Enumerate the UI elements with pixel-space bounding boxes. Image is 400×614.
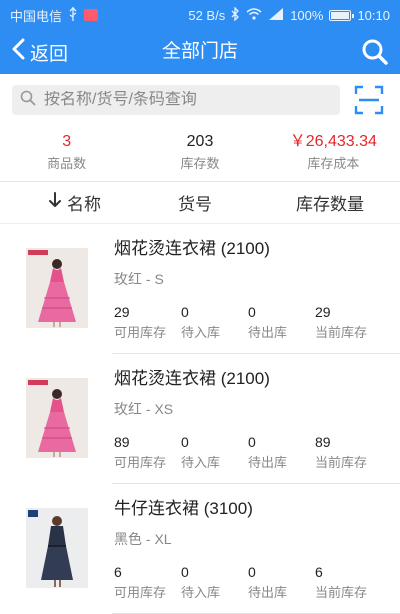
product-name: 烟花烫连衣裙 (2100) — [114, 369, 270, 388]
product-info: 烟花烫连衣裙 (2100) 玫红 - S 29 可用库存 0 待入库 0 待出库 29… — [114, 236, 400, 354]
sort-by-name-button[interactable]: 名称 — [0, 190, 140, 215]
carrier-label: 中国电信 — [10, 8, 63, 24]
available-stock-label: 可用库存 — [114, 585, 167, 600]
battery-icon — [329, 9, 355, 21]
summary-stock-count: 203 库存数 — [133, 126, 266, 181]
search-button[interactable] — [360, 37, 390, 67]
available-stock-value: 6 — [114, 564, 122, 580]
outgoing-stock-value: 0 — [248, 564, 256, 580]
current-stock-label: 当前库存 — [315, 455, 368, 470]
store-selector[interactable]: 全部门店 — [140, 38, 260, 66]
stock-cost-label: 库存成本 — [307, 156, 360, 171]
search-box[interactable] — [12, 85, 340, 115]
incoming-stock-label: 待入库 — [181, 585, 221, 600]
product-image — [26, 508, 88, 588]
incoming-stock-value: 0 — [181, 434, 189, 450]
incoming-stock-label: 待入库 — [181, 455, 221, 470]
outgoing-stock-value: 0 — [248, 434, 256, 450]
nav-bar: 返回 全部门店 — [0, 30, 400, 74]
column-code-label: 货号 — [178, 195, 212, 214]
stock-count-value: 203 — [186, 133, 214, 150]
product-info: 牛仔连衣裙 (3100) 黑色 - XL 6 可用库存 0 待入库 0 待出库 6 当前… — [114, 496, 400, 614]
search-icon — [20, 90, 36, 111]
scan-icon — [354, 85, 384, 115]
product-variant: 玫红 - XS — [114, 401, 174, 417]
list-item[interactable]: 牛仔连衣裙 (3100) 黑色 - XL 6 可用库存 0 待入库 0 待出库 6 当前… — [0, 484, 400, 614]
column-name-label: 名称 — [67, 195, 101, 214]
incoming-stock-value: 0 — [181, 304, 189, 320]
battery-percent: 100% — [290, 7, 324, 23]
clock: 10:10 — [357, 7, 390, 23]
network-speed: 52 B/s — [188, 7, 226, 23]
product-name: 烟花烫连衣裙 (2100) — [114, 239, 270, 258]
stock-figures: 29 可用库存 0 待入库 0 待出库 29 当前库存 — [114, 303, 400, 342]
signal-icon — [268, 7, 284, 23]
list-item[interactable]: 烟花烫连衣裙 (2100) 玫红 - S 29 可用库存 0 待入库 0 待出库 29… — [0, 224, 400, 354]
available-stock-value: 29 — [114, 304, 130, 320]
product-count-value: 3 — [62, 133, 72, 150]
usb-icon — [68, 6, 78, 24]
product-count-label: 商品数 — [47, 156, 87, 171]
product-name: 牛仔连衣裙 (3100) — [114, 499, 253, 518]
page-title: 全部门店 — [161, 41, 238, 62]
bluetooth-icon — [231, 5, 240, 24]
product-list: 烟花烫连衣裙 (2100) 玫红 - S 29 可用库存 0 待入库 0 待出库 29… — [0, 224, 400, 614]
list-item[interactable]: 烟花烫连衣裙 (2100) 玫红 - XS 89 可用库存 0 待入库 0 待出库 8… — [0, 354, 400, 484]
search-row — [0, 74, 400, 126]
product-image — [26, 248, 88, 328]
stock-figures: 89 可用库存 0 待入库 0 待出库 89 当前库存 — [114, 433, 400, 472]
product-variant: 玫红 - S — [114, 271, 164, 287]
scan-button[interactable] — [354, 85, 384, 115]
inventory-summary: 3 商品数 203 库存数 ￥26,433.34 库存成本 — [0, 126, 400, 182]
product-info: 烟花烫连衣裙 (2100) 玫红 - XS 89 可用库存 0 待入库 0 待出库 8… — [114, 366, 400, 484]
back-button[interactable]: 返回 — [10, 38, 68, 66]
available-stock-value: 89 — [114, 434, 130, 450]
column-quantity-label: 库存数量 — [296, 195, 364, 214]
outgoing-stock-label: 待出库 — [248, 455, 288, 470]
outgoing-stock-value: 0 — [248, 304, 256, 320]
notification-app-icon — [84, 9, 99, 21]
available-stock-label: 可用库存 — [114, 455, 167, 470]
stock-figures: 6 可用库存 0 待入库 0 待出库 6 当前库存 — [114, 563, 400, 602]
outgoing-stock-label: 待出库 — [248, 325, 288, 340]
stock-count-label: 库存数 — [180, 156, 220, 171]
chevron-left-icon — [10, 38, 26, 66]
incoming-stock-label: 待入库 — [181, 325, 221, 340]
incoming-stock-value: 0 — [181, 564, 189, 580]
table-header: 名称 货号 库存数量 — [0, 182, 400, 224]
back-label: 返回 — [30, 43, 69, 65]
current-stock-value: 89 — [315, 434, 331, 450]
wifi-icon — [246, 7, 262, 23]
search-icon — [362, 39, 388, 65]
status-bar: 中国电信 52 B/s 100% 10:10 — [0, 0, 400, 30]
search-input[interactable] — [44, 91, 324, 109]
outgoing-stock-label: 待出库 — [248, 585, 288, 600]
product-variant: 黑色 - XL — [114, 531, 172, 547]
summary-stock-cost: ￥26,433.34 库存成本 — [267, 126, 400, 181]
current-stock-label: 当前库存 — [315, 585, 368, 600]
current-stock-value: 29 — [315, 304, 331, 320]
product-image — [26, 378, 88, 458]
summary-product-count: 3 商品数 — [0, 126, 133, 181]
current-stock-label: 当前库存 — [315, 325, 368, 340]
arrow-down-icon — [49, 192, 61, 213]
current-stock-value: 6 — [315, 564, 323, 580]
stock-cost-value: ￥26,433.34 — [289, 133, 377, 150]
app-header: 中国电信 52 B/s 100% 10:10 返回 全部门店 — [0, 0, 400, 74]
available-stock-label: 可用库存 — [114, 325, 167, 340]
